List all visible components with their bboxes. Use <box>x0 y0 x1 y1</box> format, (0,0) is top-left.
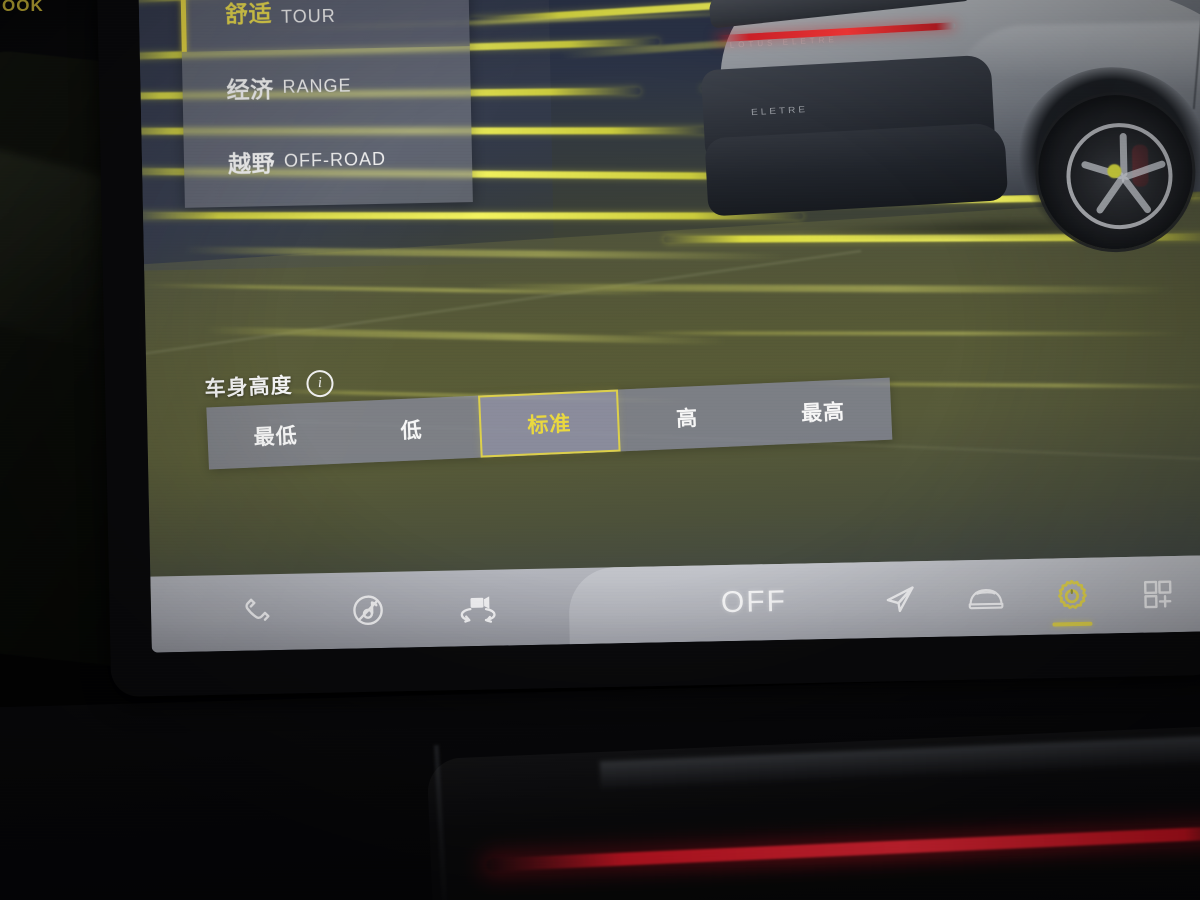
body-height-option-lowest[interactable]: 最低 <box>206 402 345 470</box>
body-height-option-standard[interactable]: 标准 <box>478 389 621 458</box>
phone-icon[interactable] <box>237 591 280 634</box>
toolbar-right-icons <box>878 556 1197 638</box>
drive-mode-label-cn: 越野 <box>227 151 276 178</box>
drive-mode-label-en: RANGE <box>282 74 352 97</box>
drive-mode-option-offroad[interactable]: 越野 OFF-ROAD <box>183 120 472 200</box>
body-height-header: 车身高度 i <box>204 368 335 403</box>
info-icon[interactable]: i <box>305 369 335 398</box>
navigation-icon[interactable] <box>879 578 922 621</box>
selection-accent-bar <box>179 0 187 52</box>
camera-360-icon[interactable] <box>457 587 500 630</box>
drive-mode-label-en: TOUR <box>280 5 336 27</box>
drive-mode-option-tour[interactable]: 舒适 TOUR <box>179 0 470 52</box>
body-height-label: 车身高度 <box>204 373 294 401</box>
vehicle-graphic: LOTUS ELETRE ELETRE <box>658 0 1200 336</box>
climate-status-label[interactable]: OFF <box>721 585 788 620</box>
drive-mode-label-cn: 舒适 <box>224 1 273 28</box>
settings-gear-icon[interactable] <box>1050 575 1093 618</box>
body-height-option-low[interactable]: 低 <box>342 396 481 464</box>
display-screen: LOTUS ELETRE ELETRE 舒适 TOUR 经济 RANGE 越野 … <box>138 0 1200 653</box>
toolbar-right-group: OFF <box>568 555 1200 644</box>
photo-stage: OOK LOTUS ELETRE ELETRE 舒适 TOUR 经济 RANGE… <box>0 0 1200 900</box>
corner-label: OOK <box>2 0 44 15</box>
drive-mode-label-en: OFF-ROAD <box>283 148 387 171</box>
body-height-option-high[interactable]: 高 <box>618 384 757 452</box>
vehicle-diffuser <box>704 122 1009 217</box>
drive-mode-dropdown[interactable]: 舒适 TOUR 经济 RANGE 越野 OFF-ROAD <box>179 0 473 208</box>
toolbar-left-group <box>150 568 569 652</box>
drive-mode-label-cn: 经济 <box>226 77 274 104</box>
info-glyph: i <box>317 374 323 391</box>
vehicle-icon[interactable] <box>965 576 1008 619</box>
body-height-option-highest[interactable]: 最高 <box>754 378 893 446</box>
drive-mode-option-range[interactable]: 经济 RANGE <box>182 46 471 126</box>
apps-grid-icon[interactable] <box>1136 573 1179 616</box>
music-muted-icon[interactable] <box>347 589 390 632</box>
